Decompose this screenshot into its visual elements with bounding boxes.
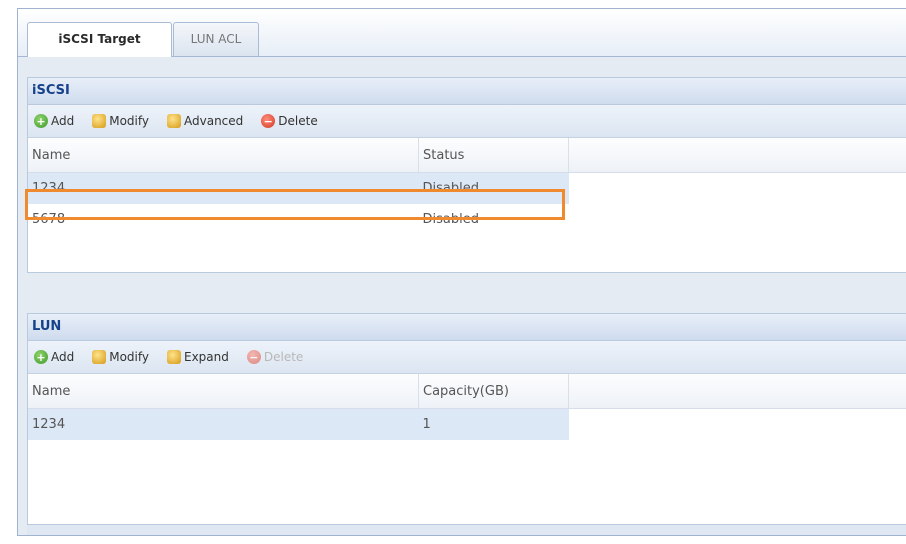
iscsi-advanced-button[interactable]: Advanced [167, 114, 243, 128]
iscsi-modify-button[interactable]: Modify [92, 114, 149, 128]
expand-icon [167, 350, 181, 364]
target-status-cell: Disabled [422, 212, 479, 227]
row-filler-cell [569, 173, 906, 205]
table-row[interactable]: 1234 1 [28, 408, 906, 441]
iscsi-panel-title: iSCSI [28, 78, 906, 105]
lun-delete-label: Delete [263, 350, 304, 364]
iscsi-modify-label: Modify [109, 114, 149, 128]
column-header-name[interactable]: Name [28, 138, 419, 173]
column-header-filler [568, 138, 906, 173]
lun-delete-button[interactable]: − Delete [246, 350, 304, 364]
iscsi-toolbar: + Add Modify Advanced − Delete [28, 105, 906, 138]
window-footer [27, 525, 906, 535]
target-name-cell: 1234 [28, 172, 419, 204]
table-row[interactable]: 5678 Disabled [28, 204, 906, 235]
row-filler-cell [569, 409, 906, 441]
column-header-status[interactable]: Status [418, 138, 569, 173]
tab-lun-acl[interactable]: LUN ACL [173, 22, 259, 56]
modify-icon [92, 350, 107, 364]
modify-icon [92, 114, 107, 128]
row-filler-cell [569, 204, 906, 235]
tab-bar: iSCSI Target LUN ACL [18, 9, 906, 57]
lun-add-label: Add [51, 350, 75, 364]
lun-expand-label: Expand [184, 350, 229, 364]
iscsi-add-button[interactable]: + Add [34, 114, 74, 128]
add-icon: + [34, 114, 48, 128]
column-header-name[interactable]: Name [28, 374, 419, 409]
iscsi-target-window: iSCSI Target LUN ACL iSCSI + Add Modify … [17, 8, 906, 536]
iscsi-delete-label: Delete [278, 114, 318, 128]
tab-iscsi-target[interactable]: iSCSI Target [27, 22, 172, 57]
iscsi-advanced-label: Advanced [184, 114, 244, 128]
iscsi-delete-button[interactable]: − Delete [261, 114, 318, 128]
lun-table: Name Capacity(GB) 1234 1 [28, 374, 906, 440]
delete-icon: − [261, 114, 276, 128]
lun-expand-button[interactable]: Expand [167, 350, 229, 364]
iscsi-panel: iSCSI + Add Modify Advanced − Delete Nam… [27, 77, 906, 273]
column-header-filler [568, 374, 906, 409]
lun-modify-label: Modify [109, 350, 149, 364]
iscsi-add-label: Add [51, 114, 75, 128]
iscsi-target-table: Name Status 1234 Disabled 5678 Disabled [28, 138, 906, 235]
lun-capacity-cell: 1 [418, 408, 569, 440]
lun-toolbar: + Add Modify Expand − Delete [28, 341, 906, 374]
lun-add-button[interactable]: + Add [34, 350, 74, 364]
target-name-cell: 5678 [32, 212, 66, 227]
column-header-capacity[interactable]: Capacity(GB) [418, 374, 569, 409]
table-row[interactable]: 1234 Disabled [28, 172, 906, 205]
add-icon: + [34, 350, 48, 364]
delete-icon: − [246, 350, 261, 364]
lun-panel: LUN + Add Modify Expand − Delete Name Ca… [27, 313, 906, 525]
advanced-icon [167, 114, 181, 128]
lun-panel-title: LUN [28, 314, 906, 341]
target-status-cell: Disabled [418, 172, 569, 204]
lun-modify-button[interactable]: Modify [92, 350, 149, 364]
lun-name-cell: 1234 [28, 408, 419, 440]
